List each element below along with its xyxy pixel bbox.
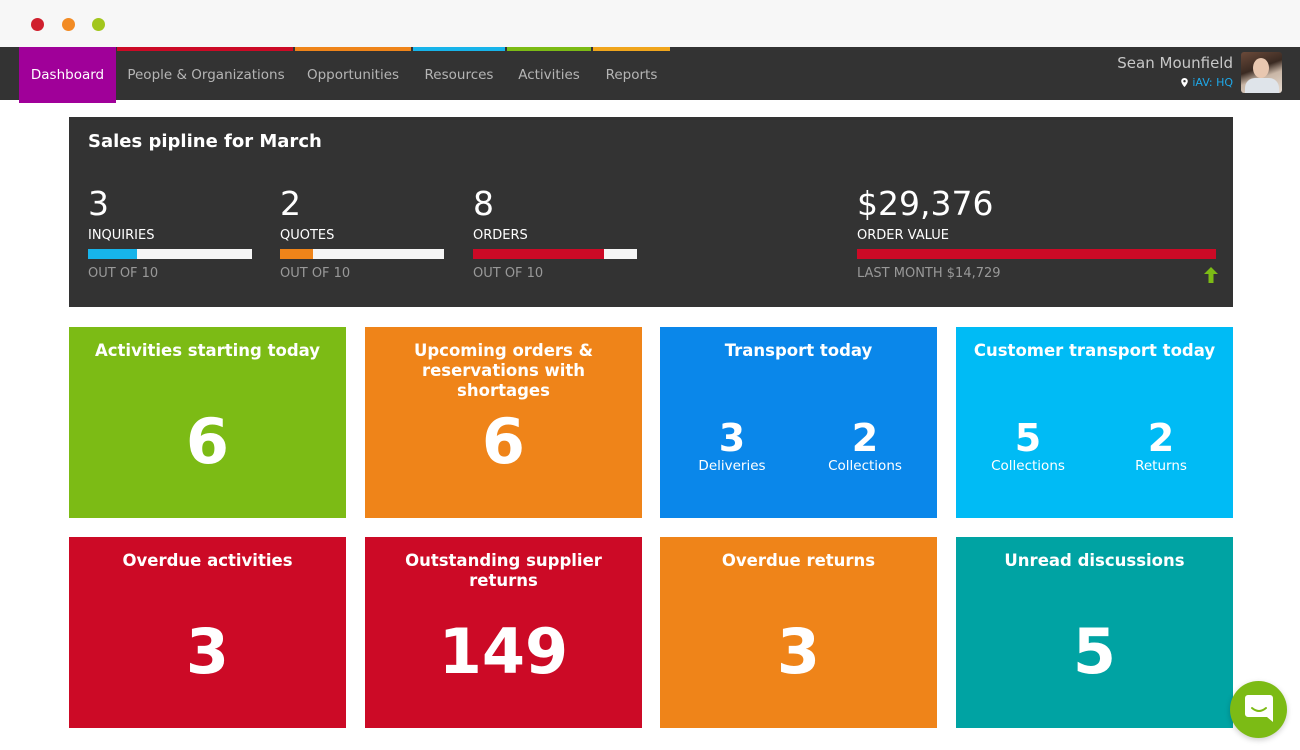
metric-value: 3 (88, 184, 109, 223)
split-value: 2 (1147, 416, 1175, 460)
user-name[interactable]: Sean Mounfield (1117, 54, 1233, 72)
metric-label: ORDERS (473, 228, 528, 243)
metric-label: INQUIRIES (88, 228, 155, 243)
tile-title: Outstanding supplier returns (405, 551, 602, 590)
tile-split-returns[interactable]: 2 Returns (1101, 419, 1221, 475)
top-nav: Dashboard People & Organizations Opportu… (0, 47, 1300, 103)
nav-item-dashboard[interactable]: Dashboard (19, 47, 116, 103)
window-chrome (0, 0, 1300, 47)
tile-split-deliveries[interactable]: 3 Deliveries (672, 419, 792, 475)
metric-sub: OUT OF 10 (473, 266, 544, 281)
metric-label: ORDER VALUE (857, 228, 949, 243)
tile-value: 6 (185, 405, 230, 478)
tile-upcoming-orders-shortages[interactable]: Upcoming orders & reservations with shor… (365, 327, 642, 518)
metric-progress-bar (280, 249, 444, 259)
metric-sub: OUT OF 10 (88, 266, 159, 281)
user-info[interactable]: Sean Mounfield iAV: HQ (1117, 54, 1233, 89)
tile-title: Unread discussions (1004, 551, 1185, 570)
tile-value: 5 (1072, 615, 1117, 688)
metric-sub: LAST MONTH $14,729 (857, 266, 1001, 281)
tile-split-collections[interactable]: 2 Collections (805, 419, 925, 475)
metric-progress-bar (473, 249, 637, 259)
split-value: 2 (851, 416, 879, 460)
metric-progress-fill (857, 249, 1216, 259)
metric-orders[interactable]: 8 ORDERS OUT OF 10 (473, 185, 637, 281)
metric-quotes[interactable]: 2 QUOTES OUT OF 10 (280, 185, 444, 281)
tile-overdue-returns[interactable]: Overdue returns 3 (660, 537, 937, 728)
nav-item-reports[interactable]: Reports (593, 47, 670, 100)
tile-customer-transport-today[interactable]: Customer transport today 5 Collections 2… (956, 327, 1233, 518)
nav-item-resources[interactable]: Resources (413, 47, 505, 100)
split-label: Collections (991, 458, 1065, 474)
tile-unread-discussions[interactable]: Unread discussions 5 (956, 537, 1233, 728)
metric-order-value[interactable]: $29,376 ORDER VALUE LAST MONTH $14,729 (857, 185, 1216, 281)
tile-title: Overdue activities (122, 551, 293, 570)
tile-value: 3 (776, 615, 821, 688)
nav-item-opportunities[interactable]: Opportunities (295, 47, 411, 100)
nav-item-people-organizations[interactable]: People & Organizations (118, 47, 294, 100)
tile-value: 149 (438, 615, 569, 688)
chat-button[interactable] (1230, 681, 1287, 738)
split-label: Returns (1135, 458, 1187, 474)
window-maximize-dot[interactable] (92, 18, 105, 31)
tile-title: Transport today (724, 341, 873, 360)
metric-inquiries[interactable]: 3 INQUIRIES OUT OF 10 (88, 185, 252, 281)
tile-activities-starting-today[interactable]: Activities starting today 6 (69, 327, 346, 518)
split-value: 3 (718, 416, 746, 460)
tile-split-collections[interactable]: 5 Collections (968, 419, 1088, 475)
split-value: 5 (1014, 416, 1042, 460)
pipeline-title: Sales pipline for March (88, 131, 322, 152)
map-pin-icon (1181, 78, 1189, 87)
metric-value: 2 (280, 184, 301, 223)
tile-outstanding-supplier-returns[interactable]: Outstanding supplier returns 149 (365, 537, 642, 728)
user-location[interactable]: iAV: HQ (1117, 76, 1233, 89)
metric-progress-fill (473, 249, 605, 259)
metric-value: $29,376 (857, 184, 994, 223)
chat-icon (1245, 695, 1273, 722)
window-minimize-dot[interactable] (62, 18, 75, 31)
avatar[interactable] (1241, 52, 1282, 93)
tile-transport-today[interactable]: Transport today 3 Deliveries 2 Collectio… (660, 327, 937, 518)
metric-sub: OUT OF 10 (280, 266, 351, 281)
tile-title: Overdue returns (721, 551, 876, 570)
tile-title: Upcoming orders & reservations with shor… (413, 341, 594, 400)
sales-pipeline-panel: Sales pipline for March 3 INQUIRIES OUT … (69, 117, 1233, 307)
split-label: Deliveries (698, 458, 766, 474)
window-close-dot[interactable] (31, 18, 44, 31)
metric-progress-bar (857, 249, 1216, 259)
user-location-label: iAV: HQ (1192, 76, 1233, 89)
metric-value: 8 (473, 184, 494, 223)
avatar-face (1253, 58, 1269, 78)
metric-label: QUOTES (280, 228, 335, 243)
avatar-shirt (1245, 78, 1279, 93)
tile-overdue-activities[interactable]: Overdue activities 3 (69, 537, 346, 728)
trend-up-arrow-icon (1204, 267, 1218, 283)
tile-title: Activities starting today (94, 341, 321, 360)
tile-title: Customer transport today (973, 341, 1216, 360)
tile-value: 3 (185, 615, 230, 688)
metric-progress-fill (280, 249, 313, 259)
nav-item-activities[interactable]: Activities (507, 47, 591, 100)
tile-value: 6 (481, 405, 526, 478)
metric-progress-bar (88, 249, 252, 259)
split-label: Collections (828, 458, 902, 474)
metric-progress-fill (88, 249, 138, 259)
